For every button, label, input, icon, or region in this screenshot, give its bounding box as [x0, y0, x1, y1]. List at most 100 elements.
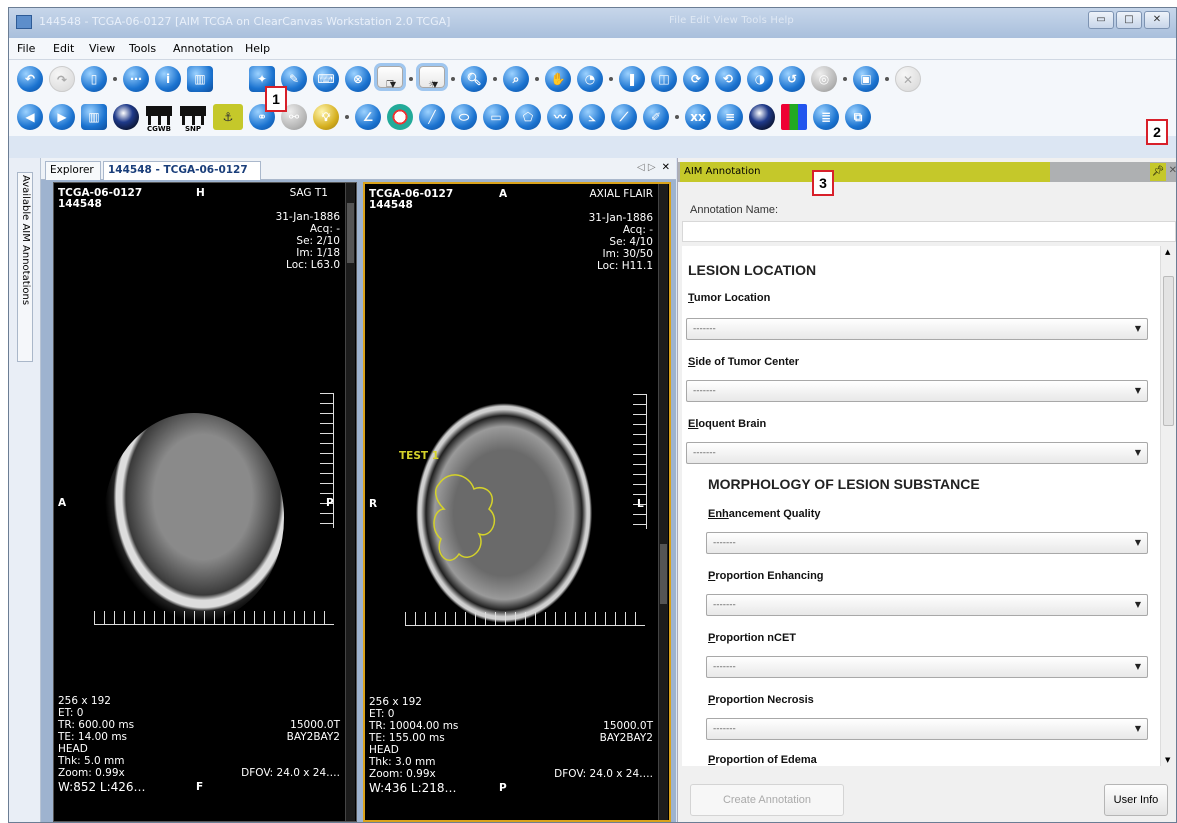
- proportion-ncet-select[interactable]: -------: [706, 656, 1148, 678]
- image-viewport-sagittal[interactable]: TCGA-06-0127 144548 H SAG T1 31-Jan-1886…: [53, 182, 357, 822]
- close-tab-icon[interactable]: ✕: [662, 162, 670, 173]
- stack-icon[interactable]: ❐: [377, 66, 403, 98]
- enhancement-quality-select[interactable]: -------: [706, 532, 1148, 554]
- invert-icon[interactable]: ◑: [747, 66, 773, 92]
- menu-annotation[interactable]: Annotation: [173, 42, 233, 55]
- key-series-icon[interactable]: ⌨: [313, 66, 339, 92]
- dropdown-dot[interactable]: [409, 77, 413, 81]
- info-icon[interactable]: i: [155, 66, 181, 92]
- previous-icon[interactable]: ◀: [17, 104, 43, 130]
- polygon-roi-icon[interactable]: ⬠: [515, 104, 541, 130]
- lesion-roi-outline[interactable]: [429, 464, 509, 576]
- redo-icon[interactable]: ↷: [49, 66, 75, 92]
- tab-controls: ◁ ▷ ✕: [637, 162, 670, 173]
- probe-icon[interactable]: ⌕: [503, 66, 529, 92]
- cgwb-icon[interactable]: CGWB: [145, 104, 173, 133]
- menu-tools[interactable]: Tools: [129, 42, 156, 55]
- tab-study[interactable]: 144548 - TCGA-06-0127: [103, 161, 261, 180]
- scroll-down-icon[interactable]: ▼: [1165, 756, 1170, 764]
- ellipse-roi-icon[interactable]: ⬭: [451, 104, 477, 130]
- menu-view[interactable]: View: [89, 42, 115, 55]
- globe-icon[interactable]: [113, 104, 139, 130]
- user-info-button[interactable]: User Info: [1104, 784, 1168, 816]
- scroll-tabs-icon[interactable]: ◁ ▷: [637, 162, 656, 173]
- minimize-button[interactable]: ▭: [1088, 11, 1114, 29]
- settings-icon[interactable]: ▣: [853, 66, 879, 92]
- reset-view-icon[interactable]: ↺: [779, 66, 805, 92]
- menu-help[interactable]: Help: [245, 42, 270, 55]
- zoom-icon[interactable]: 🔍︎: [461, 66, 487, 92]
- sync-icon[interactable]: ▥: [81, 104, 107, 130]
- rectangle-roi-icon[interactable]: ▭: [483, 104, 509, 130]
- next-icon[interactable]: ▶: [49, 104, 75, 130]
- crosshair-icon[interactable]: +: [387, 104, 413, 130]
- tab-explorer[interactable]: Explorer: [45, 161, 101, 180]
- heatmap-icon[interactable]: [781, 104, 807, 130]
- dropdown-dot[interactable]: [675, 115, 679, 119]
- xx-icon[interactable]: xx: [685, 104, 711, 130]
- menu-edit[interactable]: Edit: [53, 42, 74, 55]
- scrollbar-thumb[interactable]: [347, 203, 354, 263]
- document-area: Explorer 144548 - TCGA-06-0127 ◁ ▷ ✕ TCGA…: [41, 158, 676, 822]
- reset-icon[interactable]: ⊗: [345, 66, 371, 92]
- clipboard-icon[interactable]: ▯: [81, 66, 107, 92]
- dropdown-dot[interactable]: [609, 77, 613, 81]
- form-scrollbar[interactable]: ▲ ▼: [1160, 246, 1176, 766]
- side-of-tumor-center-select[interactable]: -------: [686, 380, 1148, 402]
- image-viewport-axial[interactable]: TCGA-06-0127 144548 A AXIAL FLAIR 31-Jan…: [363, 182, 671, 822]
- available-aim-annotations-tab[interactable]: Available AIM Annotations: [17, 172, 33, 362]
- overlay-icon[interactable]: ◎: [811, 66, 837, 92]
- sphere-icon[interactable]: [749, 104, 775, 130]
- viewport-scrollbar[interactable]: [345, 183, 355, 821]
- magnifier-icon[interactable]: ◔: [577, 66, 603, 92]
- dropdown-dot[interactable]: [493, 77, 497, 81]
- close-panel-icon[interactable]: ✕: [1169, 165, 1176, 176]
- scroll-up-icon[interactable]: ▲: [1165, 248, 1170, 256]
- angle-icon[interactable]: ∠: [355, 104, 381, 130]
- viewport-scrollbar[interactable]: [658, 184, 668, 820]
- tumor-location-select[interactable]: -------: [686, 318, 1148, 340]
- protractor-icon[interactable]: ⦣: [579, 104, 605, 130]
- menu-file[interactable]: File: [17, 42, 35, 55]
- snp-icon[interactable]: SNP: [179, 104, 207, 133]
- callout-1: 1: [265, 86, 287, 112]
- create-annotation-button[interactable]: Create Annotation: [690, 784, 844, 816]
- proportion-necrosis-select[interactable]: -------: [706, 718, 1148, 740]
- text-callout-icon[interactable]: ✐: [643, 104, 669, 130]
- maximize-button[interactable]: □: [1116, 11, 1142, 29]
- dropdown-dot[interactable]: [345, 115, 349, 119]
- dropdown-dot[interactable]: [885, 77, 889, 81]
- dropdown-dot[interactable]: [113, 77, 117, 81]
- flip-icon[interactable]: ◫: [651, 66, 677, 92]
- window-level-icon[interactable]: ☼: [419, 66, 445, 98]
- bulb-icon[interactable]: 💡︎: [313, 104, 339, 130]
- close-window-button[interactable]: ✕: [1144, 11, 1170, 29]
- scrollbar-thumb[interactable]: [660, 544, 667, 604]
- dropdown-dot[interactable]: [451, 77, 455, 81]
- dropdown-dot[interactable]: [843, 77, 847, 81]
- aim-annotation-tool-icon[interactable]: ⚓: [213, 104, 243, 130]
- more-icon[interactable]: ⋯: [123, 66, 149, 92]
- annotation-label[interactable]: TEST 1: [399, 450, 439, 462]
- pan-hand-icon[interactable]: ✋: [545, 66, 571, 92]
- rotate-left-icon[interactable]: ⟲: [715, 66, 741, 92]
- rotate-icon[interactable]: ⟳: [683, 66, 709, 92]
- aim-data-icon[interactable]: ≡: [717, 104, 743, 130]
- proportion-enhancing-select[interactable]: -------: [706, 594, 1148, 616]
- ruler-icon[interactable]: ❚: [619, 66, 645, 92]
- freehand-roi-icon[interactable]: 〰: [547, 104, 573, 130]
- line-measure-icon[interactable]: ╱: [419, 104, 445, 130]
- dropdown-dot[interactable]: [535, 77, 539, 81]
- cobb-angle-icon[interactable]: ⟋: [611, 104, 637, 130]
- orientation-right: P: [326, 497, 334, 509]
- eloquent-brain-select[interactable]: -------: [686, 442, 1148, 464]
- undo-icon[interactable]: ↶: [17, 66, 43, 92]
- pin-icon[interactable]: 📌︎: [1150, 163, 1166, 181]
- form-scrollbar-thumb[interactable]: [1163, 276, 1174, 426]
- aim-details-icon[interactable]: ⧉: [845, 104, 871, 130]
- accession-number: 144548: [58, 198, 102, 210]
- layout-icon[interactable]: ▥: [187, 66, 213, 92]
- annotation-name-input[interactable]: [682, 221, 1176, 242]
- callout-2: 2: [1146, 119, 1168, 145]
- aim-icon[interactable]: ≣: [813, 104, 839, 130]
